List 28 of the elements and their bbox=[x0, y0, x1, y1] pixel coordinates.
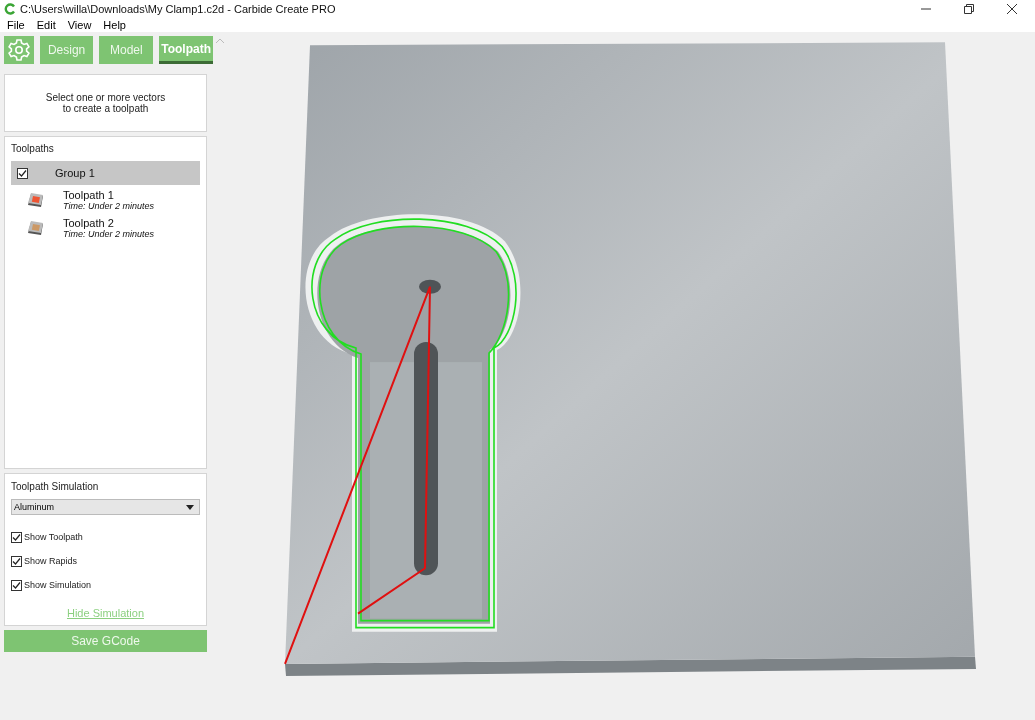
checkbox[interactable] bbox=[11, 531, 22, 543]
checkbox[interactable] bbox=[11, 579, 22, 591]
toolpath-icon bbox=[27, 220, 45, 236]
group-label: Group 1 bbox=[55, 167, 95, 179]
checkbox-label: Show Simulation bbox=[24, 580, 92, 590]
menu-item[interactable]: File bbox=[7, 19, 25, 31]
toolpath-time: Time: Under 2 minutes bbox=[63, 229, 154, 239]
restore-icon[interactable] bbox=[964, 4, 974, 14]
toolpath-icon bbox=[27, 192, 45, 208]
menu-item[interactable]: Help bbox=[103, 19, 126, 31]
checkbox[interactable] bbox=[17, 167, 28, 179]
checkbox-label: Show Rapids bbox=[24, 556, 78, 566]
checkbox[interactable] bbox=[11, 555, 22, 567]
toolpath-name[interactable]: Toolpath 1 bbox=[63, 189, 154, 201]
panel-title: Toolpath Simulation bbox=[11, 481, 100, 492]
menu-item[interactable]: View bbox=[67, 19, 92, 31]
close-icon[interactable] bbox=[1007, 4, 1017, 14]
hint-text: Select one or more vectors to create a toolpath bbox=[45, 92, 166, 114]
material-dropdown[interactable]: Aluminum bbox=[11, 499, 200, 515]
toolpath-time: Time: Under 2 minutes bbox=[63, 201, 154, 211]
window-title: C:\Users\willa\Downloads\My Clamp1.c2d - Carbide Create PRO bbox=[20, 3, 337, 15]
menu-item[interactable]: Edit bbox=[36, 19, 56, 31]
dropdown-caret-icon bbox=[186, 504, 194, 510]
panel-title: Toolpaths bbox=[11, 143, 55, 154]
checkbox-label: Show Toolpath bbox=[24, 532, 83, 542]
app-logo-icon bbox=[4, 3, 16, 15]
group-row[interactable]: Group 1 bbox=[11, 161, 200, 185]
toolpath-name[interactable]: Toolpath 2 bbox=[63, 217, 154, 229]
